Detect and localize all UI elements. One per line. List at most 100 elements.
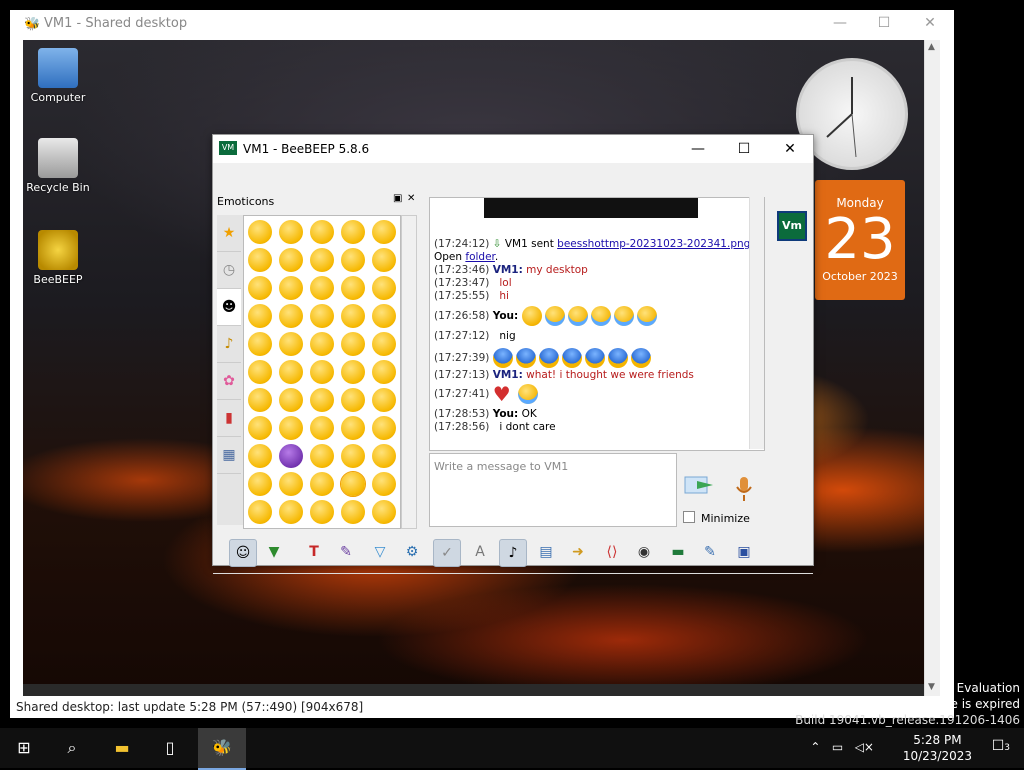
chat-view[interactable]: (17:24:12) ⇩ VM1 sent beesshottmp-202310…	[429, 197, 765, 451]
smiley-tab-icon[interactable]: ☻	[217, 289, 241, 326]
minimize-checkbox[interactable]: Minimize	[683, 511, 750, 525]
message-input[interactable]: Write a message to VM1	[429, 453, 677, 527]
send-file-icon[interactable]: ▤	[533, 539, 559, 565]
emoticon-item[interactable]	[372, 360, 396, 384]
minimize-button[interactable]: —	[675, 135, 721, 163]
volume-icon[interactable]: ◁×	[855, 740, 874, 754]
emoticon-item[interactable]	[372, 444, 396, 468]
filter-icon[interactable]: ▽	[367, 539, 393, 565]
emoticon-item[interactable]	[248, 304, 272, 328]
emoticon-item[interactable]	[310, 220, 334, 244]
emoticon-item[interactable]	[372, 500, 396, 524]
windows-start-icon[interactable]: ⊞	[0, 728, 48, 768]
emoticon-item[interactable]	[310, 360, 334, 384]
emoticon-item[interactable]	[372, 248, 396, 272]
close-panel-icon[interactable]: ✕	[407, 193, 415, 204]
checkbox-icon[interactable]	[683, 511, 695, 523]
spellcheck-icon[interactable]: ✓	[433, 539, 461, 567]
emoticon-item[interactable]	[248, 360, 272, 384]
emoticon-item[interactable]	[372, 388, 396, 412]
maximize-button[interactable]: ☐	[721, 135, 767, 163]
emoticon-item[interactable]	[310, 500, 334, 524]
emoticon-item[interactable]	[248, 472, 272, 496]
system-tray[interactable]: ⌃ ▭ ◁×	[810, 740, 874, 754]
emoticon-item[interactable]	[310, 304, 334, 328]
emoticon-item[interactable]	[310, 332, 334, 356]
emoticon-item[interactable]	[372, 276, 396, 300]
emoticon-grid[interactable]	[243, 215, 401, 529]
emoticon-item[interactable]	[279, 248, 303, 272]
emoticon-item[interactable]	[341, 276, 365, 300]
emoticon-item[interactable]	[248, 416, 272, 440]
emoticon-item[interactable]	[248, 388, 272, 412]
emoticon-item[interactable]	[310, 416, 334, 440]
shared-desktop-icon[interactable]: ▬	[665, 539, 691, 565]
flower-icon[interactable]: ✿	[217, 363, 241, 400]
emoticon-item[interactable]	[341, 332, 365, 356]
emoticon-item[interactable]	[279, 332, 303, 356]
document-icon[interactable]: ▯	[146, 728, 194, 768]
emoticon-item[interactable]	[341, 220, 365, 244]
emoticon-item[interactable]	[341, 388, 365, 412]
save-icon[interactable]: ▣	[731, 539, 757, 565]
emoticon-item[interactable]	[372, 416, 396, 440]
emoticon-item[interactable]	[310, 472, 334, 496]
emoticon-item[interactable]	[279, 444, 303, 468]
undock-icon[interactable]: ▣	[393, 193, 402, 204]
desktop-icon-recycle-bin[interactable]: Recycle Bin	[23, 138, 93, 194]
chat-scrollbar[interactable]	[749, 197, 764, 449]
symbols-icon[interactable]: ▦	[217, 437, 241, 474]
emoticon-item[interactable]	[341, 360, 365, 384]
emoticon-item[interactable]	[248, 248, 272, 272]
emoticon-item[interactable]	[248, 332, 272, 356]
emoticon-item[interactable]	[310, 388, 334, 412]
emoticon-item[interactable]	[341, 500, 365, 524]
emoticon-item[interactable]	[372, 304, 396, 328]
screenshot-thumbnail[interactable]	[484, 198, 698, 218]
emoticon-item[interactable]	[248, 500, 272, 524]
recent-clock-icon[interactable]: ◷	[217, 252, 241, 289]
beebeep-titlebar[interactable]: VM VM1 - BeeBEEP 5.8.6 — ☐ ✕	[213, 135, 813, 163]
emoticon-item[interactable]	[279, 304, 303, 328]
star-icon[interactable]: ★	[217, 215, 241, 252]
emoticon-item[interactable]	[341, 248, 365, 272]
desktop-icon-beebeep[interactable]: BeeBEEP	[23, 230, 93, 286]
settings-icon[interactable]: ⚙	[399, 539, 425, 565]
emoticon-item[interactable]	[248, 444, 272, 468]
emoticon-scrollbar[interactable]	[401, 215, 417, 529]
emoticon-item[interactable]	[372, 332, 396, 356]
building-icon[interactable]: ▮	[217, 400, 241, 437]
user-avatar-vm1[interactable]: Vm	[777, 211, 807, 241]
html-icon[interactable]: ⟨⟩	[599, 539, 625, 565]
close-button[interactable]: ✕	[908, 12, 952, 34]
emoticon-item[interactable]	[279, 360, 303, 384]
scroll-up-icon[interactable]: ▲	[928, 42, 935, 52]
emoticon-item[interactable]	[310, 276, 334, 300]
emoticon-item[interactable]	[248, 276, 272, 300]
nudge-icon[interactable]: ▼	[261, 539, 287, 565]
network-icon[interactable]: ▭	[832, 740, 843, 754]
vertical-scrollbar[interactable]: ▲ ▼	[924, 40, 940, 696]
emoticon-item[interactable]	[310, 444, 334, 468]
system-clock[interactable]: 5:28 PM 10/23/2023	[903, 732, 972, 764]
emoticon-item[interactable]	[279, 220, 303, 244]
color-icon[interactable]: ✎	[333, 539, 359, 565]
send-folder-icon[interactable]: ➜	[565, 539, 591, 565]
folder-link[interactable]: folder	[465, 251, 495, 263]
emoticon-icon[interactable]: ☺	[229, 539, 257, 567]
emoticon-item[interactable]	[279, 472, 303, 496]
screenshot-icon[interactable]: ◉	[631, 539, 657, 565]
search-icon[interactable]: ⌕	[48, 728, 96, 768]
emoticon-item[interactable]	[279, 388, 303, 412]
maximize-button[interactable]: ☐	[862, 12, 906, 34]
emoticon-item[interactable]	[372, 220, 396, 244]
emoticon-item[interactable]	[279, 276, 303, 300]
sound-icon[interactable]: ♪	[499, 539, 527, 567]
emoticon-item[interactable]	[340, 471, 366, 497]
emoticon-item[interactable]	[279, 416, 303, 440]
emoticon-item[interactable]	[372, 472, 396, 496]
edit-icon[interactable]: ✎	[697, 539, 723, 565]
chevron-up-icon[interactable]: ⌃	[810, 740, 820, 754]
emoticon-item[interactable]	[341, 304, 365, 328]
emoticon-item[interactable]	[279, 500, 303, 524]
